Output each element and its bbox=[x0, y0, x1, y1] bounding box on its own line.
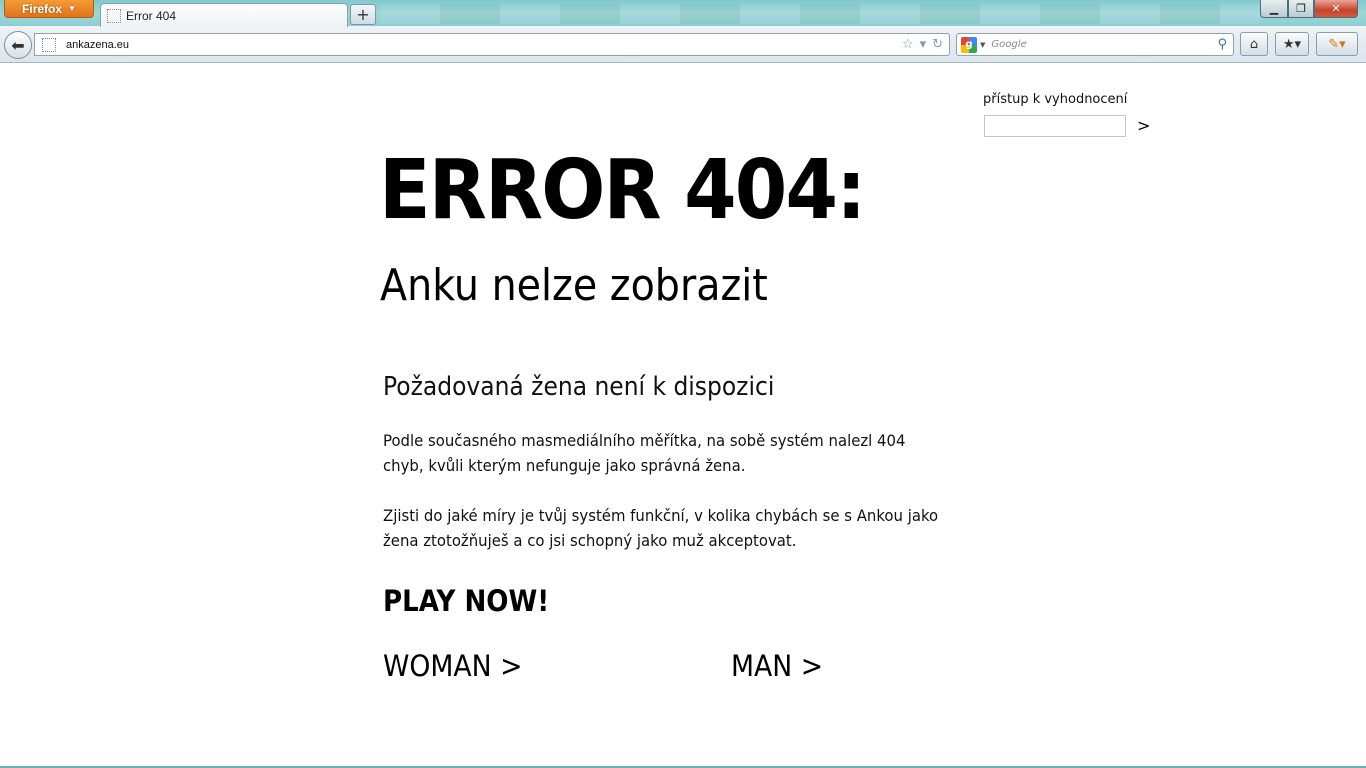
url-text[interactable]: ankazena.eu bbox=[66, 39, 902, 51]
google-engine-icon[interactable]: g bbox=[961, 36, 977, 53]
woman-link[interactable]: WOMAN > bbox=[383, 649, 522, 683]
minimize-button[interactable]: ▁ bbox=[1260, 0, 1288, 18]
close-button[interactable]: ✕ bbox=[1314, 0, 1358, 18]
back-button[interactable]: ⬅ bbox=[4, 31, 32, 59]
page-title: ERROR 404: bbox=[379, 143, 866, 238]
chevron-down-icon: ▼ bbox=[68, 4, 76, 13]
bookmarks-icon: ★▾ bbox=[1282, 36, 1302, 52]
access-label: přístup k vyhodnocení bbox=[983, 92, 1128, 107]
description-paragraph-1: Podle současného masmediálního měřítka, … bbox=[383, 431, 906, 475]
page-subtitle: Anku nelze zobrazit bbox=[380, 260, 768, 311]
search-bar: g ▼ ⚲ bbox=[956, 33, 1234, 56]
home-icon: ⌂ bbox=[1249, 36, 1259, 52]
tab-error-404[interactable]: Error 404 bbox=[100, 3, 348, 27]
addon-button[interactable]: ✎▾ bbox=[1316, 32, 1358, 56]
access-code-input[interactable] bbox=[984, 115, 1126, 137]
maximize-button[interactable]: ❐ bbox=[1288, 0, 1314, 18]
url-bar[interactable]: ankazena.eu ☆ ▾ ↻ bbox=[34, 33, 950, 56]
site-identity-icon[interactable] bbox=[42, 37, 56, 52]
url-history-dropdown-icon[interactable]: ▾ bbox=[920, 37, 927, 52]
search-engine-dropdown-icon[interactable]: ▼ bbox=[980, 41, 985, 49]
firefox-menu-button[interactable]: Firefox ▼ bbox=[4, 0, 94, 18]
access-submit-button[interactable]: > bbox=[1137, 116, 1150, 135]
page-favicon-icon bbox=[107, 8, 121, 23]
search-icon[interactable]: ⚲ bbox=[1217, 37, 1227, 52]
new-tab-button[interactable]: + bbox=[350, 4, 376, 25]
bookmark-star-icon[interactable]: ☆ bbox=[902, 37, 914, 52]
tab-title: Error 404 bbox=[126, 8, 177, 23]
man-link[interactable]: MAN > bbox=[731, 649, 823, 683]
search-input[interactable] bbox=[991, 39, 1218, 50]
arrow-left-icon: ⬅ bbox=[11, 35, 25, 55]
section-heading: Požadovaná žena není k dispozici bbox=[383, 372, 775, 402]
page-content: přístup k vyhodnocení > ERROR 404: Anku … bbox=[0, 64, 1366, 766]
navigation-toolbar: ⬅ ankazena.eu ☆ ▾ ↻ g ▼ ⚲ ⌂ ★▾ ✎▾ bbox=[0, 26, 1366, 63]
firefox-menu-label: Firefox bbox=[22, 1, 63, 16]
bookmarks-button[interactable]: ★▾ bbox=[1275, 32, 1309, 56]
play-now-heading: PLAY NOW! bbox=[383, 584, 550, 618]
addon-icon: ✎▾ bbox=[1328, 36, 1346, 52]
home-button[interactable]: ⌂ bbox=[1240, 32, 1268, 56]
description-paragraph-2: Zjisti do jaké míry je tvůj systém funkč… bbox=[383, 506, 939, 550]
window-controls: ▁ ❐ ✕ bbox=[1260, 0, 1358, 18]
reload-icon[interactable]: ↻ bbox=[932, 37, 943, 52]
